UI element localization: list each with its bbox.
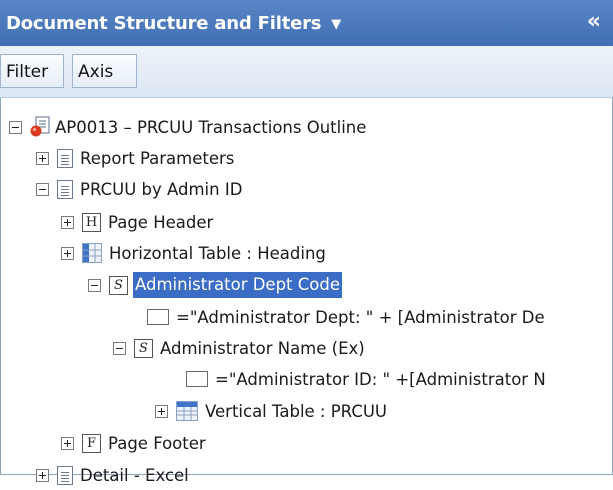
- tree-item-admin-id-formula-cell[interactable]: ="Administrator ID: " +[Administrator N: [186, 364, 546, 394]
- collapse-toggle-icon[interactable]: [88, 278, 101, 292]
- filter-toolbar: Filter Axis: [0, 46, 613, 98]
- tree-item-label: ="Administrator Dept: " + [Administrator…: [176, 307, 545, 327]
- document-structure-tree: AP0013 – PRCUU Transactions Outline Repo…: [0, 98, 613, 485]
- caret-down-icon[interactable]: ▼: [331, 17, 341, 32]
- report-document-icon: [30, 116, 52, 138]
- tab-filter[interactable]: Filter: [0, 54, 64, 88]
- tree-item-label-selected: Administrator Dept Code: [133, 272, 343, 298]
- tree-item-label: Administrator Name (Ex): [160, 338, 365, 358]
- collapse-toggle-icon[interactable]: [113, 341, 126, 355]
- tree-item-label: ="Administrator ID: " +[Administrator N: [215, 369, 546, 389]
- double-chevron-left-icon[interactable]: «: [587, 9, 601, 34]
- tree-item-label: Page Footer: [108, 433, 206, 453]
- tree-item-horizontal-table-heading[interactable]: Horizontal Table : Heading: [61, 238, 326, 268]
- expand-toggle-icon[interactable]: [61, 215, 74, 229]
- tree-item-label: Vertical Table : PRCUU: [205, 401, 387, 421]
- tree-item-vertical-table-prcuu[interactable]: Vertical Table : PRCUU: [155, 396, 387, 426]
- tree-item-administrator-dept-code[interactable]: S Administrator Dept Code: [88, 270, 343, 300]
- tree-item-administrator-name[interactable]: S Administrator Name (Ex): [113, 333, 365, 363]
- expand-toggle-icon[interactable]: [36, 468, 49, 482]
- tree-item-label: Detail - Excel: [80, 465, 189, 485]
- tree-item-dept-formula-cell[interactable]: ="Administrator Dept: " + [Administrator…: [147, 302, 545, 332]
- report-page-icon: [57, 179, 73, 199]
- expand-toggle-icon[interactable]: [61, 436, 74, 450]
- section-icon: S: [109, 275, 128, 295]
- panel-title: Document Structure and Filters: [6, 12, 322, 34]
- tree-item-label: AP0013 – PRCUU Transactions Outline: [55, 117, 367, 137]
- panel-header: Document Structure and Filters ▼ «: [0, 0, 613, 46]
- footer-section-icon: F: [82, 433, 101, 453]
- expand-toggle-icon[interactable]: [36, 151, 49, 165]
- report-page-icon: [57, 148, 73, 168]
- tree-item-page-header[interactable]: H Page Header: [61, 207, 213, 237]
- tree-item-label: Page Header: [108, 212, 214, 232]
- cell-icon: [186, 371, 208, 387]
- horizontal-table-icon: [82, 243, 102, 263]
- vertical-table-icon: [176, 401, 198, 421]
- header-section-icon: H: [82, 212, 101, 232]
- tree-item-label: PRCUU by Admin ID: [80, 179, 243, 199]
- report-page-icon: [57, 465, 73, 485]
- collapse-toggle-icon[interactable]: [36, 182, 49, 196]
- tab-axis[interactable]: Axis: [72, 54, 137, 88]
- tree-item-report-parameters[interactable]: Report Parameters: [36, 143, 234, 173]
- cell-icon: [147, 309, 169, 325]
- expand-toggle-icon[interactable]: [155, 404, 168, 418]
- tree-item-label: Horizontal Table : Heading: [109, 243, 326, 263]
- collapse-toggle-icon[interactable]: [9, 120, 22, 134]
- tree-item-detail-excel[interactable]: Detail - Excel: [36, 460, 189, 490]
- section-icon: S: [134, 338, 153, 358]
- tree-item-label: Report Parameters: [80, 148, 235, 168]
- expand-toggle-icon[interactable]: [61, 246, 74, 260]
- tree-item-page-footer[interactable]: F Page Footer: [61, 428, 206, 458]
- tree-item-prcuu-by-admin-id[interactable]: PRCUU by Admin ID: [36, 174, 242, 204]
- tree-item-ap0013-outline[interactable]: AP0013 – PRCUU Transactions Outline: [9, 112, 366, 142]
